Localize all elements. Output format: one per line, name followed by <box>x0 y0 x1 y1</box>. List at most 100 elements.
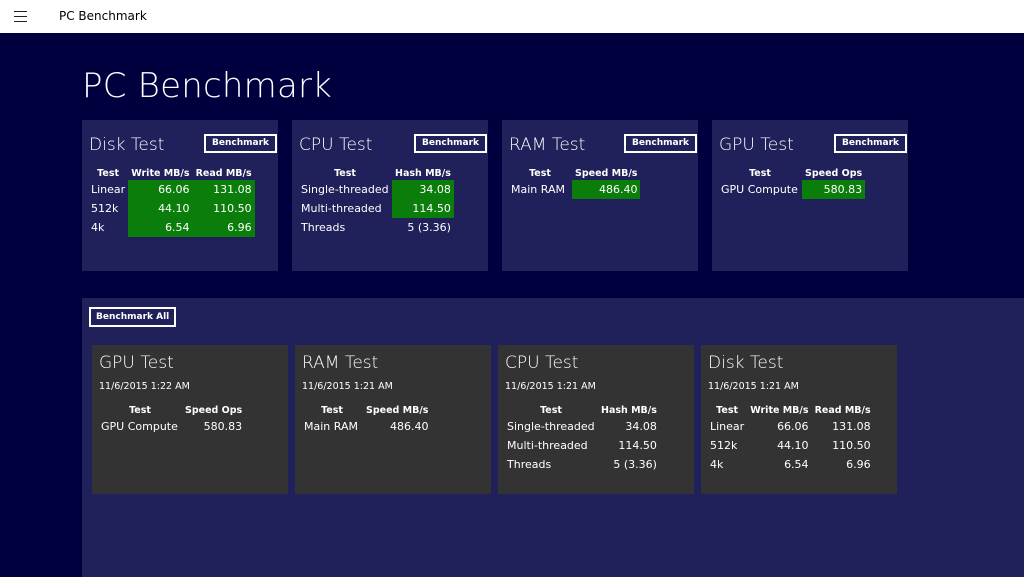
cpu-history-card: CPU Test 11/6/2015 1:21 AM Test Hash MB/… <box>498 345 694 494</box>
row-label: 512k <box>91 202 119 215</box>
row-label: Threads <box>301 221 346 234</box>
hash-value: 34.08 <box>392 180 454 199</box>
column-header: Test <box>529 167 551 179</box>
threads-value: 5 (3.36) <box>613 458 657 471</box>
card-title: Disk Test <box>708 353 784 373</box>
column-header: Test <box>334 167 356 179</box>
table-row: Multi-threaded 114.50 <box>298 199 454 218</box>
read-value: 6.96 <box>192 218 255 237</box>
table-row: GPU Compute 580.83 <box>718 180 866 199</box>
table-row: 512k 44.10 110.50 <box>707 436 874 455</box>
table-row: 4k 6.54 6.96 <box>88 218 255 237</box>
app-title: PC Benchmark <box>59 9 147 23</box>
disk-test-tile: Disk Test Benchmark Test Write MB/s Read… <box>82 120 278 271</box>
row-label: Linear <box>91 183 126 196</box>
read-value: 110.50 <box>832 439 871 452</box>
column-header: Read MB/s <box>195 167 252 179</box>
card-timestamp: 11/6/2015 1:22 AM <box>99 381 190 392</box>
table-row: 4k 6.54 6.96 <box>707 455 874 474</box>
row-label: Main RAM <box>304 420 358 433</box>
gpu-benchmark-button[interactable]: Benchmark <box>834 134 907 153</box>
column-header: Test <box>749 167 771 179</box>
ram-test-tile: RAM Test Benchmark Test Speed MB/s Main … <box>502 120 698 271</box>
cpu-results-table: Test Hash MB/s Single-threaded 34.08 Mul… <box>298 166 454 237</box>
tile-title: CPU Test <box>299 135 373 155</box>
column-header: Hash MB/s <box>395 167 451 179</box>
tile-title: RAM Test <box>509 135 586 155</box>
column-header: Test <box>716 404 739 416</box>
table-row: Multi-threaded 114.50 <box>504 436 660 455</box>
disk-benchmark-button[interactable]: Benchmark <box>204 134 277 153</box>
speed-value: 580.83 <box>203 420 243 433</box>
write-value: 44.10 <box>777 439 809 452</box>
card-timestamp: 11/6/2015 1:21 AM <box>505 381 596 392</box>
cpu-benchmark-button[interactable]: Benchmark <box>414 134 487 153</box>
disk-results-table: Test Write MB/s Read MB/s Linear 66.06 1… <box>88 166 255 237</box>
column-header: Test <box>129 404 151 416</box>
speed-value: 580.83 <box>802 180 866 199</box>
read-value: 131.08 <box>192 180 255 199</box>
table-row: 512k 44.10 110.50 <box>88 199 255 218</box>
table-row: Linear 66.06 131.08 <box>707 417 874 436</box>
ram-history-card: RAM Test 11/6/2015 1:21 AM Test Speed MB… <box>295 345 491 494</box>
write-value: 6.54 <box>784 458 809 471</box>
tile-title: Disk Test <box>89 135 165 155</box>
hash-value: 34.08 <box>625 420 657 433</box>
title-bar: PC Benchmark <box>0 0 1024 33</box>
gpu-test-tile: GPU Test Benchmark Test Speed Ops GPU Co… <box>712 120 908 271</box>
row-label: 4k <box>710 458 724 471</box>
column-header: Test <box>540 404 562 416</box>
tile-title: GPU Test <box>719 135 794 155</box>
row-label: Single-threaded <box>301 183 389 196</box>
column-header: Read MB/s <box>814 404 871 416</box>
gpu-history-card: GPU Test 11/6/2015 1:22 AM Test Speed Op… <box>92 345 288 494</box>
table-row: Single-threaded 34.08 <box>504 417 660 436</box>
column-header: Write MB/s <box>131 167 190 179</box>
row-label: GPU Compute <box>101 420 178 433</box>
column-header: Test <box>321 404 343 416</box>
read-value: 6.96 <box>846 458 871 471</box>
column-header: Speed Ops <box>805 167 863 179</box>
row-label: Single-threaded <box>507 420 595 433</box>
write-value: 44.10 <box>128 199 193 218</box>
table-row: Main RAM 486.40 <box>508 180 641 199</box>
gpu-results-table: Test Speed Ops GPU Compute 580.83 <box>718 166 866 199</box>
row-label: Threads <box>507 458 552 471</box>
hamburger-menu-icon[interactable] <box>10 6 32 26</box>
row-label: 512k <box>710 439 738 452</box>
card-title: GPU Test <box>99 353 174 373</box>
table-row: Threads 5 (3.36) <box>504 455 660 474</box>
disk-history-table: Test Write MB/s Read MB/s Linear 66.06 1… <box>707 403 874 474</box>
cpu-test-tile: CPU Test Benchmark Test Hash MB/s Single… <box>292 120 488 271</box>
column-header: Speed Ops <box>185 404 243 416</box>
write-value: 66.06 <box>128 180 193 199</box>
table-row: Threads 5 (3.36) <box>298 218 454 237</box>
write-value: 6.54 <box>128 218 193 237</box>
speed-value: 486.40 <box>389 420 429 433</box>
page-title: PC Benchmark <box>82 66 333 106</box>
cpu-history-table: Test Hash MB/s Single-threaded 34.08 Mul… <box>504 403 660 474</box>
table-row: Main RAM 486.40 <box>301 417 431 436</box>
column-header: Speed MB/s <box>575 167 638 179</box>
card-timestamp: 11/6/2015 1:21 AM <box>708 381 799 392</box>
hash-value: 114.50 <box>392 199 454 218</box>
history-panel: Benchmark All GPU Test 11/6/2015 1:22 AM… <box>82 298 1024 577</box>
threads-value: 5 (3.36) <box>407 221 451 234</box>
gpu-history-table: Test Speed Ops GPU Compute 580.83 <box>98 403 245 436</box>
card-title: RAM Test <box>302 353 379 373</box>
table-row: Single-threaded 34.08 <box>298 180 454 199</box>
card-timestamp: 11/6/2015 1:21 AM <box>302 381 393 392</box>
read-value: 110.50 <box>192 199 255 218</box>
speed-value: 486.40 <box>572 180 641 199</box>
column-header: Test <box>97 167 120 179</box>
write-value: 66.06 <box>777 420 809 433</box>
read-value: 131.08 <box>832 420 871 433</box>
column-header: Hash MB/s <box>601 404 657 416</box>
table-row: Linear 66.06 131.08 <box>88 180 255 199</box>
hash-value: 114.50 <box>618 439 657 452</box>
ram-benchmark-button[interactable]: Benchmark <box>624 134 697 153</box>
row-label: Linear <box>710 420 745 433</box>
benchmark-all-button[interactable]: Benchmark All <box>89 307 177 327</box>
column-header: Speed MB/s <box>366 404 429 416</box>
column-header: Write MB/s <box>750 404 809 416</box>
